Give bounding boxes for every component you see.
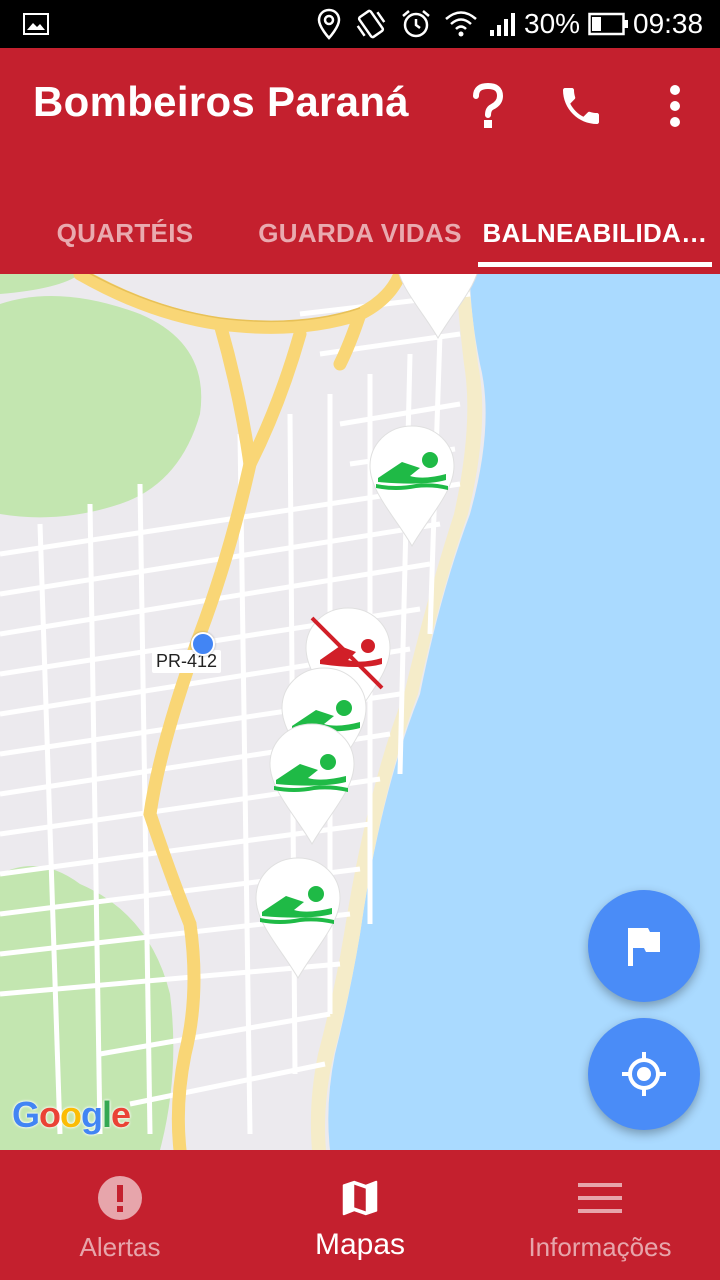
help-icon <box>473 82 504 128</box>
overflow-menu-button[interactable] <box>647 78 703 134</box>
google-logo: Google <box>12 1094 131 1135</box>
flag-icon <box>628 928 660 966</box>
beach-marker-swim-allowed[interactable] <box>366 422 458 548</box>
status-bar: 30% 09:38 <box>0 0 720 48</box>
alert-icon <box>0 1172 240 1224</box>
tab-indicator <box>478 262 712 267</box>
battery-percent: 30% <box>524 8 581 39</box>
nav-label: Mapas <box>314 1228 406 1261</box>
app-title: Bombeiros Paraná <box>33 78 409 125</box>
flag-fab-button[interactable] <box>588 890 700 1002</box>
tab-quarteis[interactable]: QUARTÉIS <box>0 192 250 274</box>
swimmer-icon <box>269 723 355 846</box>
beach-marker-swim-allowed[interactable] <box>392 274 484 340</box>
call-button[interactable] <box>553 78 609 134</box>
location-icon <box>316 0 342 48</box>
phone-icon <box>563 88 599 124</box>
app-bar: Bombeiros Paraná QUARTÉIS GUARDA VIDAS B… <box>0 48 720 274</box>
swimmer-icon <box>255 857 341 980</box>
my-location-fab-button[interactable] <box>588 1018 700 1130</box>
swimmer-icon <box>369 425 455 548</box>
nav-label: Alertas <box>79 1232 161 1262</box>
tab-guarda-vidas[interactable]: GUARDA VIDAS <box>245 192 475 274</box>
map-icon <box>240 1172 480 1224</box>
nav-mapas[interactable]: Mapas <box>240 1150 480 1280</box>
vibrate-icon <box>354 0 388 48</box>
map-view[interactable]: PR-412 Google <box>0 274 720 1150</box>
wifi-icon <box>444 0 478 48</box>
alarm-icon <box>400 0 432 48</box>
nav-label: Informações <box>528 1232 672 1262</box>
menu-icon <box>480 1172 720 1224</box>
road-label: PR-412 <box>152 650 222 673</box>
battery-icon <box>588 0 630 48</box>
clock: 09:38 <box>633 8 704 39</box>
my-location-icon <box>622 1052 666 1096</box>
signal-icon <box>488 0 518 48</box>
image-notification-icon <box>22 0 50 48</box>
beach-marker-swim-allowed[interactable] <box>266 720 358 846</box>
overflow-menu-icon <box>670 85 680 127</box>
nav-alertas[interactable]: Alertas <box>0 1150 240 1280</box>
beach-marker-swim-allowed[interactable] <box>252 854 344 980</box>
nav-informacoes[interactable]: Informações <box>480 1150 720 1280</box>
current-location-dot <box>191 632 215 656</box>
bottom-navigation: Alertas Mapas Informações <box>0 1150 720 1280</box>
swimmer-icon <box>398 274 478 340</box>
help-button[interactable] <box>460 78 516 134</box>
